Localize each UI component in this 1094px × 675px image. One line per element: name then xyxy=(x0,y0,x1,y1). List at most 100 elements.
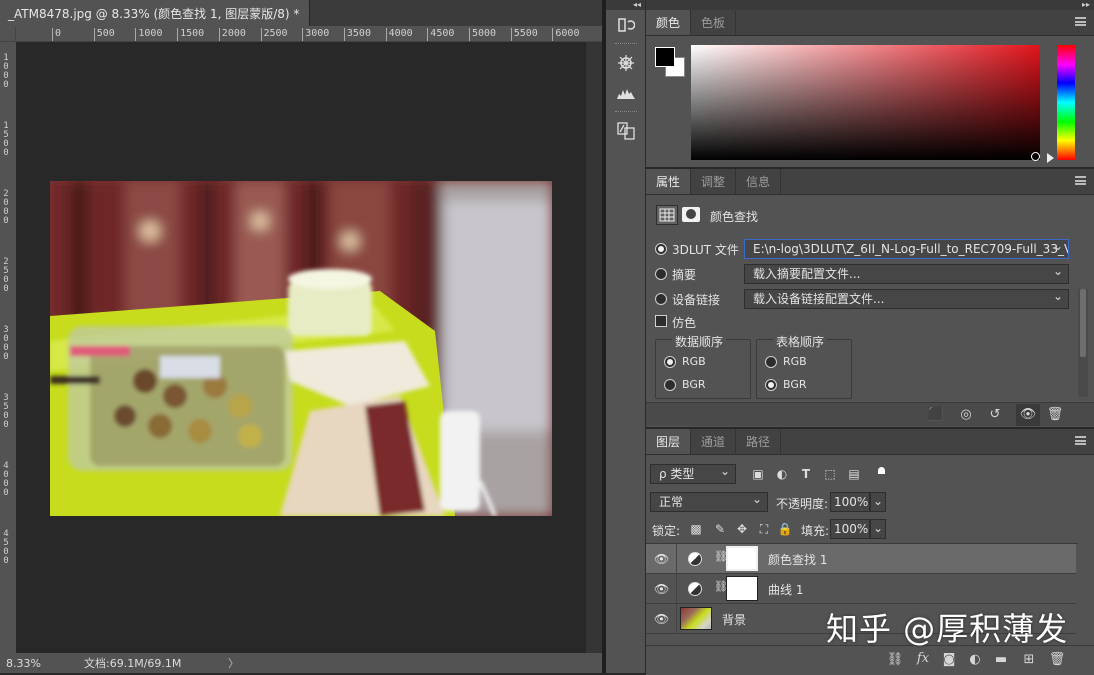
layer-row[interactable]: 👁 ⛓ 曲线 1 xyxy=(646,574,1076,604)
adjustment-layer-icon xyxy=(688,582,702,596)
view-previous-state-icon[interactable]: ◎ xyxy=(957,407,975,422)
brush-settings-icon[interactable] xyxy=(606,48,646,78)
fx-icon[interactable]: fx xyxy=(914,651,932,666)
lut-file-dropdown[interactable]: E:\n-log\3DLUT\Z_6II_N-Log-Full_to_REC70… xyxy=(744,239,1069,259)
table-order-bgr-radio[interactable] xyxy=(765,379,777,391)
dither-checkbox[interactable] xyxy=(655,315,667,327)
background-thumbnail[interactable] xyxy=(680,607,712,630)
ruler-tick-label: 2 0 0 0 xyxy=(3,189,9,226)
doc-size: 文档:69.1M/69.1M xyxy=(84,657,182,670)
layer-row[interactable]: 👁 ⛓ 颜色查找 1 xyxy=(646,544,1076,574)
visibility-eye-icon[interactable]: 👁 xyxy=(1016,404,1040,426)
layer-mask-thumbnail[interactable] xyxy=(726,576,758,601)
layer-name[interactable]: 背景 xyxy=(722,611,746,628)
adjustment-layer-icon xyxy=(688,552,702,566)
add-mask-icon[interactable]: ◙ xyxy=(940,652,958,667)
panel-menu-icon[interactable] xyxy=(1075,176,1086,185)
lut-radio[interactable] xyxy=(655,243,667,255)
ruler-tick-label: 6000 xyxy=(552,28,579,41)
opacity-chevron-down-icon[interactable]: ⌄ xyxy=(870,492,886,512)
tab-color[interactable]: 颜色 xyxy=(646,10,692,35)
panels-collapse-icon[interactable]: ▸▸ xyxy=(646,0,1094,10)
glyphs-icon[interactable] xyxy=(606,116,646,146)
opacity-input[interactable]: 100% xyxy=(830,492,870,512)
filter-adjustment-icon[interactable]: ◐ xyxy=(774,466,790,482)
layer-visibility-eye-icon[interactable]: 👁 xyxy=(654,552,669,566)
new-group-icon[interactable]: ▬ xyxy=(992,652,1010,667)
watermark: 知乎 @厚积薄发 xyxy=(826,610,1069,648)
lock-transparent-icon[interactable]: ▩ xyxy=(688,521,704,537)
layer-filter-dropdown[interactable]: ρ 类型 xyxy=(650,464,736,484)
ruler-tick-label: 3500 xyxy=(343,28,371,41)
lock-image-icon[interactable]: ✎ xyxy=(712,521,728,537)
hue-slider[interactable] xyxy=(1057,45,1075,160)
lock-artboard-icon[interactable]: ⛶ xyxy=(756,521,772,537)
tab-info[interactable]: 信息 xyxy=(736,169,782,194)
tab-swatches[interactable]: 色板 xyxy=(691,10,737,35)
adjustment-grid-icon[interactable] xyxy=(656,205,678,225)
abstract-radio[interactable] xyxy=(655,268,667,280)
panel-menu-icon[interactable] xyxy=(1075,17,1086,26)
data-order-bgr-label: BGR xyxy=(682,378,706,391)
dock-separator xyxy=(606,108,645,116)
fill-input[interactable]: 100% xyxy=(830,519,870,539)
layer-name[interactable]: 颜色查找 1 xyxy=(768,551,827,568)
filter-toggle-icon[interactable] xyxy=(878,467,885,481)
layer-visibility-eye-icon[interactable]: 👁 xyxy=(654,582,669,596)
status-menu-arrow[interactable]: 〉 xyxy=(228,655,239,671)
blend-mode-dropdown[interactable]: 正常 xyxy=(650,492,768,512)
layer-name[interactable]: 曲线 1 xyxy=(768,581,803,598)
clip-to-layer-icon[interactable]: ⬛ xyxy=(927,407,945,422)
link-layers-icon[interactable]: ⛓ xyxy=(886,652,904,667)
filter-smart-object-icon[interactable]: ▤ xyxy=(846,466,862,482)
abstract-label: 摘要 xyxy=(672,268,697,282)
reset-icon[interactable]: ↺ xyxy=(986,407,1004,422)
delete-icon[interactable]: 🗑 xyxy=(1046,407,1064,422)
lock-position-icon[interactable]: ✥ xyxy=(734,521,750,537)
lut-label: 3DLUT 文件 xyxy=(672,243,739,257)
filter-shape-icon[interactable]: ⬚ xyxy=(822,466,838,482)
tab-channels[interactable]: 通道 xyxy=(691,429,737,454)
data-order-rgb-radio[interactable] xyxy=(664,356,676,368)
right-panels: ▸▸ 颜色 色板 属性 调整 信息 颜色查找 3DLUT 文件 E:\n-log… xyxy=(646,0,1094,675)
new-layer-icon[interactable]: ⊞ xyxy=(1020,652,1038,667)
color-spectrum[interactable] xyxy=(691,45,1040,160)
lock-label: 锁定: xyxy=(652,524,681,538)
fill-label: 填充: xyxy=(801,524,830,538)
lock-all-icon[interactable]: 🔒 xyxy=(777,521,793,537)
dock-collapse-icon[interactable]: ◂◂ xyxy=(606,0,645,10)
layer-mask-icon[interactable] xyxy=(682,207,700,222)
device-link-dropdown[interactable]: 载入设备链接配置文件... xyxy=(744,289,1069,309)
properties-scrollbar[interactable] xyxy=(1078,289,1088,397)
zoom-level[interactable]: 8.33% xyxy=(0,656,41,670)
device-link-radio[interactable] xyxy=(655,293,667,305)
foreground-color-swatch[interactable] xyxy=(655,47,675,67)
ruler-tick-label: 500 xyxy=(93,28,115,41)
table-order-rgb-radio[interactable] xyxy=(765,356,777,368)
table-order-rgb-label: RGB xyxy=(783,355,807,368)
delete-layer-icon[interactable]: 🗑 xyxy=(1048,652,1066,667)
tab-adjustments[interactable]: 调整 xyxy=(691,169,737,194)
document-tab[interactable]: _ATM8478.jpg @ 8.33% (颜色查找 1, 图层蒙版/8) * … xyxy=(0,0,310,26)
hue-marker-icon[interactable] xyxy=(1047,153,1054,163)
ruler-tick-label: 4 5 0 0 xyxy=(3,529,9,566)
ruler-tick-label: 4500 xyxy=(427,28,454,41)
photo-image[interactable] xyxy=(50,181,552,516)
filter-pixel-icon[interactable]: ▣ xyxy=(750,466,766,482)
layer-visibility-eye-icon[interactable]: 👁 xyxy=(654,612,669,626)
tab-strip xyxy=(310,0,602,26)
histogram-icon[interactable] xyxy=(606,78,646,108)
history-icon[interactable] xyxy=(606,10,646,40)
abstract-dropdown[interactable]: 载入摘要配置文件... xyxy=(744,264,1069,284)
panel-menu-icon[interactable] xyxy=(1075,436,1086,445)
data-order-bgr-radio[interactable] xyxy=(664,379,676,391)
vertical-scrollbar[interactable] xyxy=(586,42,602,653)
tab-properties[interactable]: 属性 xyxy=(646,169,692,194)
layer-mask-thumbnail[interactable] xyxy=(726,546,758,571)
tab-layers[interactable]: 图层 xyxy=(646,429,692,454)
tab-paths[interactable]: 路径 xyxy=(736,429,782,454)
filter-type-icon[interactable]: T xyxy=(798,466,814,482)
new-adjustment-icon[interactable]: ◐ xyxy=(966,652,984,667)
collapsed-panel-dock: ◂◂ xyxy=(606,0,646,673)
fill-chevron-down-icon[interactable]: ⌄ xyxy=(870,519,886,539)
